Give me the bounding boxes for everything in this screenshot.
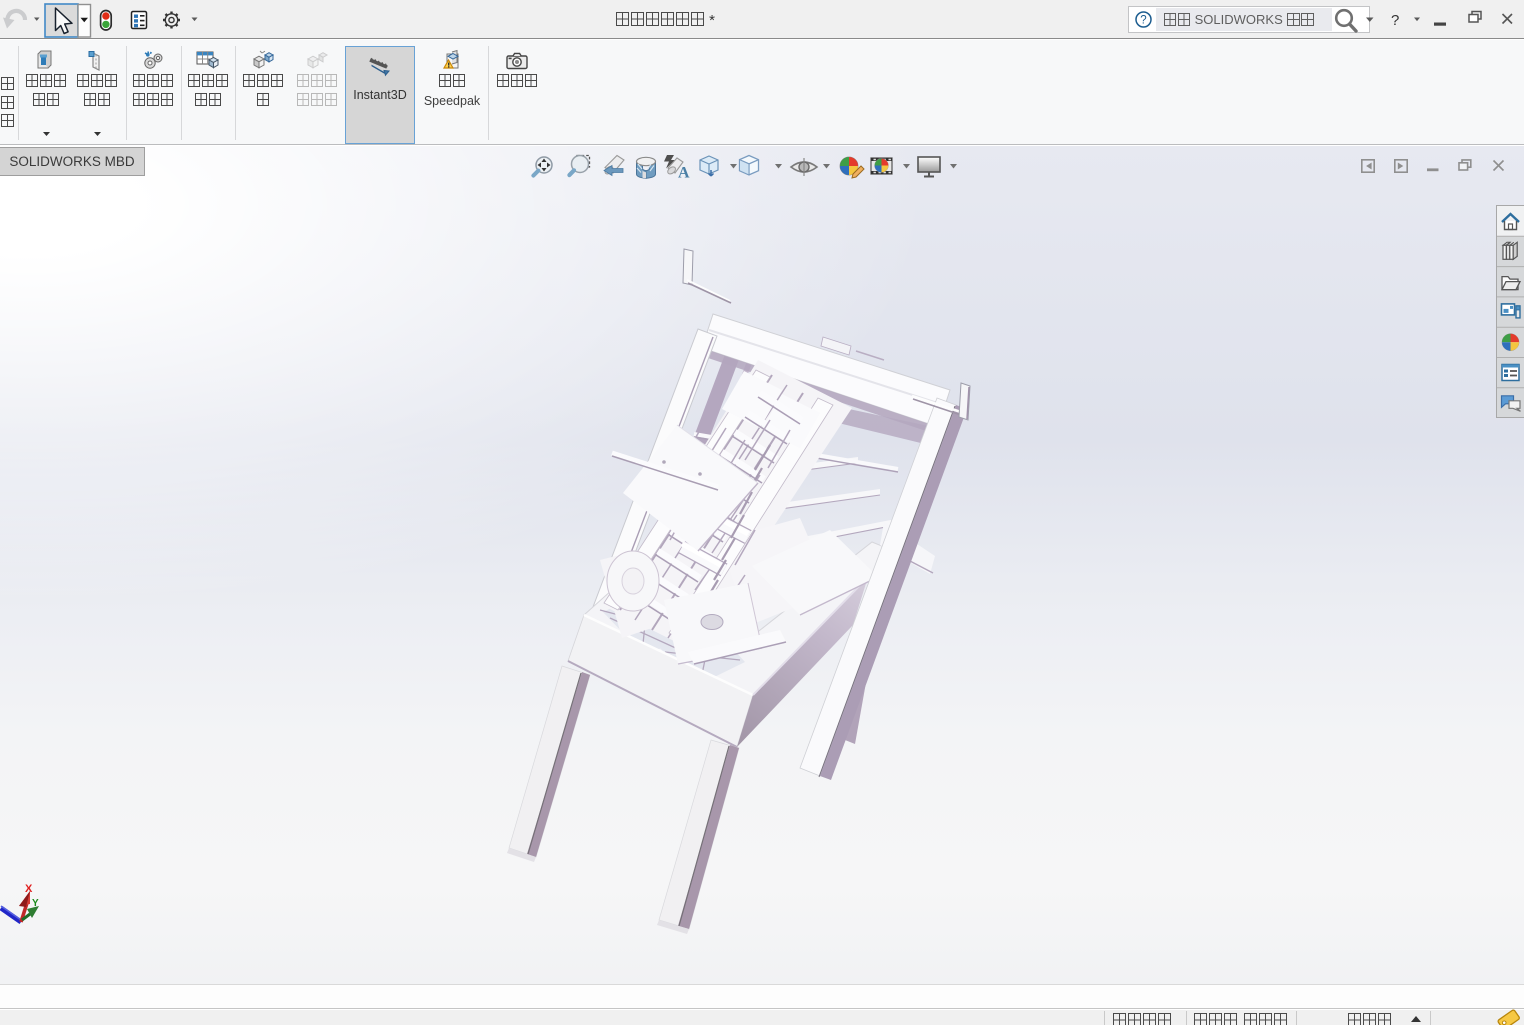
svg-text:?: ? xyxy=(1391,12,1399,29)
svg-text:X: X xyxy=(25,883,33,895)
svg-text:?: ? xyxy=(1140,15,1146,27)
svg-text:A: A xyxy=(678,165,690,182)
svg-text:Y: Y xyxy=(32,898,39,909)
